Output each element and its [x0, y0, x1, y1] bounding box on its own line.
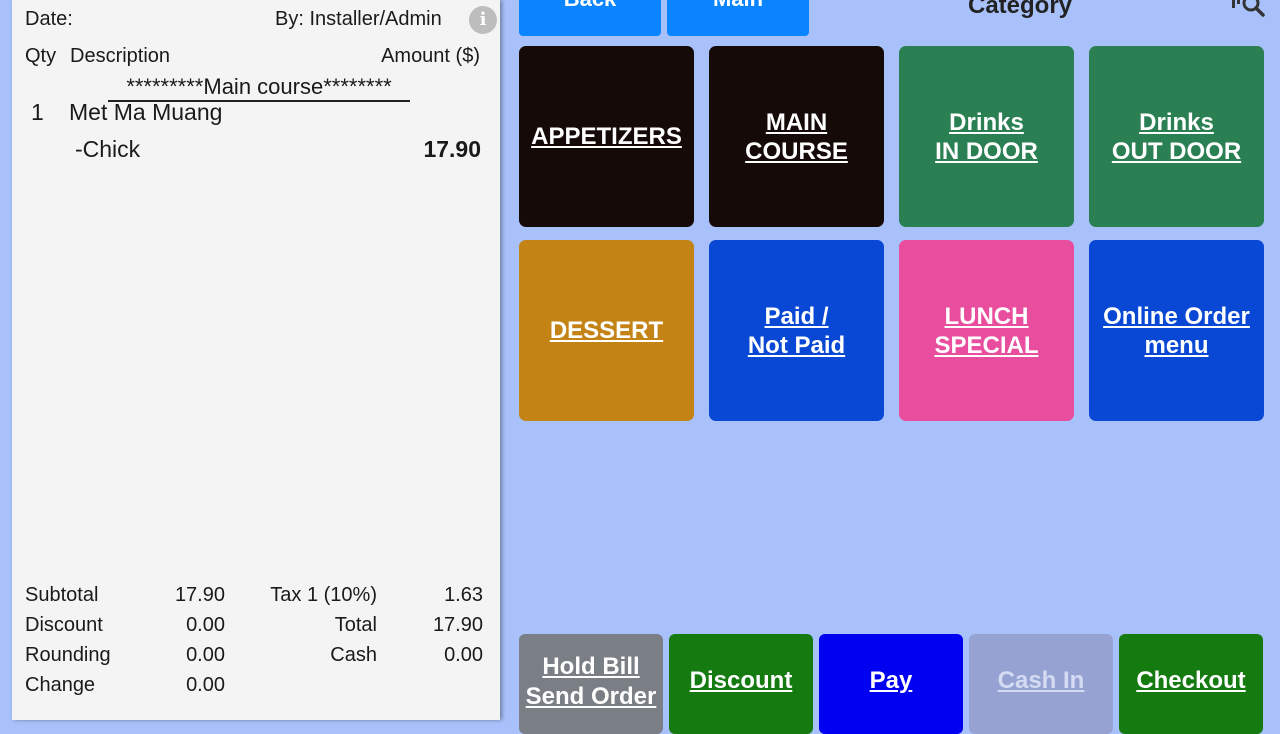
total-label: Total — [334, 614, 377, 636]
item-amount: 17.90 — [423, 136, 481, 162]
discount-label: Discount — [25, 614, 103, 636]
change-label: Change — [25, 674, 96, 696]
qty-header: Qty — [25, 45, 57, 67]
back-label: Back — [519, 0, 661, 13]
back-button[interactable]: Back — [519, 0, 661, 36]
pay-button[interactable]: Pay — [819, 634, 963, 734]
category-drinks-in-door[interactable]: Drinks IN DOOR — [899, 46, 1074, 227]
cash-label: Cash — [330, 644, 377, 666]
category-dessert[interactable]: DESSERT — [519, 240, 694, 421]
main-button[interactable]: Main — [667, 0, 809, 36]
date-label: Date: — [25, 8, 73, 30]
category-lunch-special[interactable]: LUNCH SPECIAL — [899, 240, 1074, 421]
item-qty[interactable]: 1 — [31, 98, 44, 126]
receipt-panel: Date: By: Installer/Admin i Qty Descript… — [12, 0, 500, 720]
tax-value: 1.63 — [444, 584, 483, 606]
discount-value: 0.00 — [186, 614, 225, 636]
description-header: Description — [70, 45, 171, 67]
hold-bill-send-order-button[interactable]: Hold Bill Send Order — [519, 634, 663, 734]
rounding-value: 0.00 — [186, 644, 225, 666]
discount-button[interactable]: Discount — [669, 634, 813, 734]
cash-in-button[interactable]: Cash In — [969, 634, 1113, 734]
category-online-order-menu[interactable]: Online Order menu — [1089, 240, 1264, 421]
category-title: Category — [967, 0, 1073, 19]
item-name[interactable]: Met Ma Muang — [69, 98, 222, 126]
category-drinks-out-door[interactable]: Drinks OUT DOOR — [1089, 46, 1264, 227]
main-label: Main — [667, 0, 809, 13]
subtotal-value: 17.90 — [174, 584, 225, 606]
item-modifier[interactable]: -Chick — [75, 135, 140, 163]
category-paid-not-paid[interactable]: Paid / Not Paid — [709, 240, 884, 421]
tax-label: Tax 1 (10%) — [270, 584, 377, 606]
staff-label: By: Installer/Admin — [275, 8, 442, 30]
category-main-course[interactable]: MAIN COURSE — [709, 46, 884, 227]
change-value: 0.00 — [186, 674, 225, 696]
checkout-button[interactable]: Checkout — [1119, 634, 1263, 734]
category-appetizers[interactable]: APPETIZERS — [519, 46, 694, 227]
rounding-label: Rounding — [25, 644, 111, 666]
info-icon[interactable]: i — [469, 6, 497, 34]
subtotal-label: Subtotal — [25, 584, 99, 606]
amount-header: Amount ($) — [381, 45, 480, 67]
cash-value: 0.00 — [444, 644, 483, 666]
search-icon[interactable] — [1230, 0, 1266, 20]
total-value: 17.90 — [432, 614, 483, 636]
